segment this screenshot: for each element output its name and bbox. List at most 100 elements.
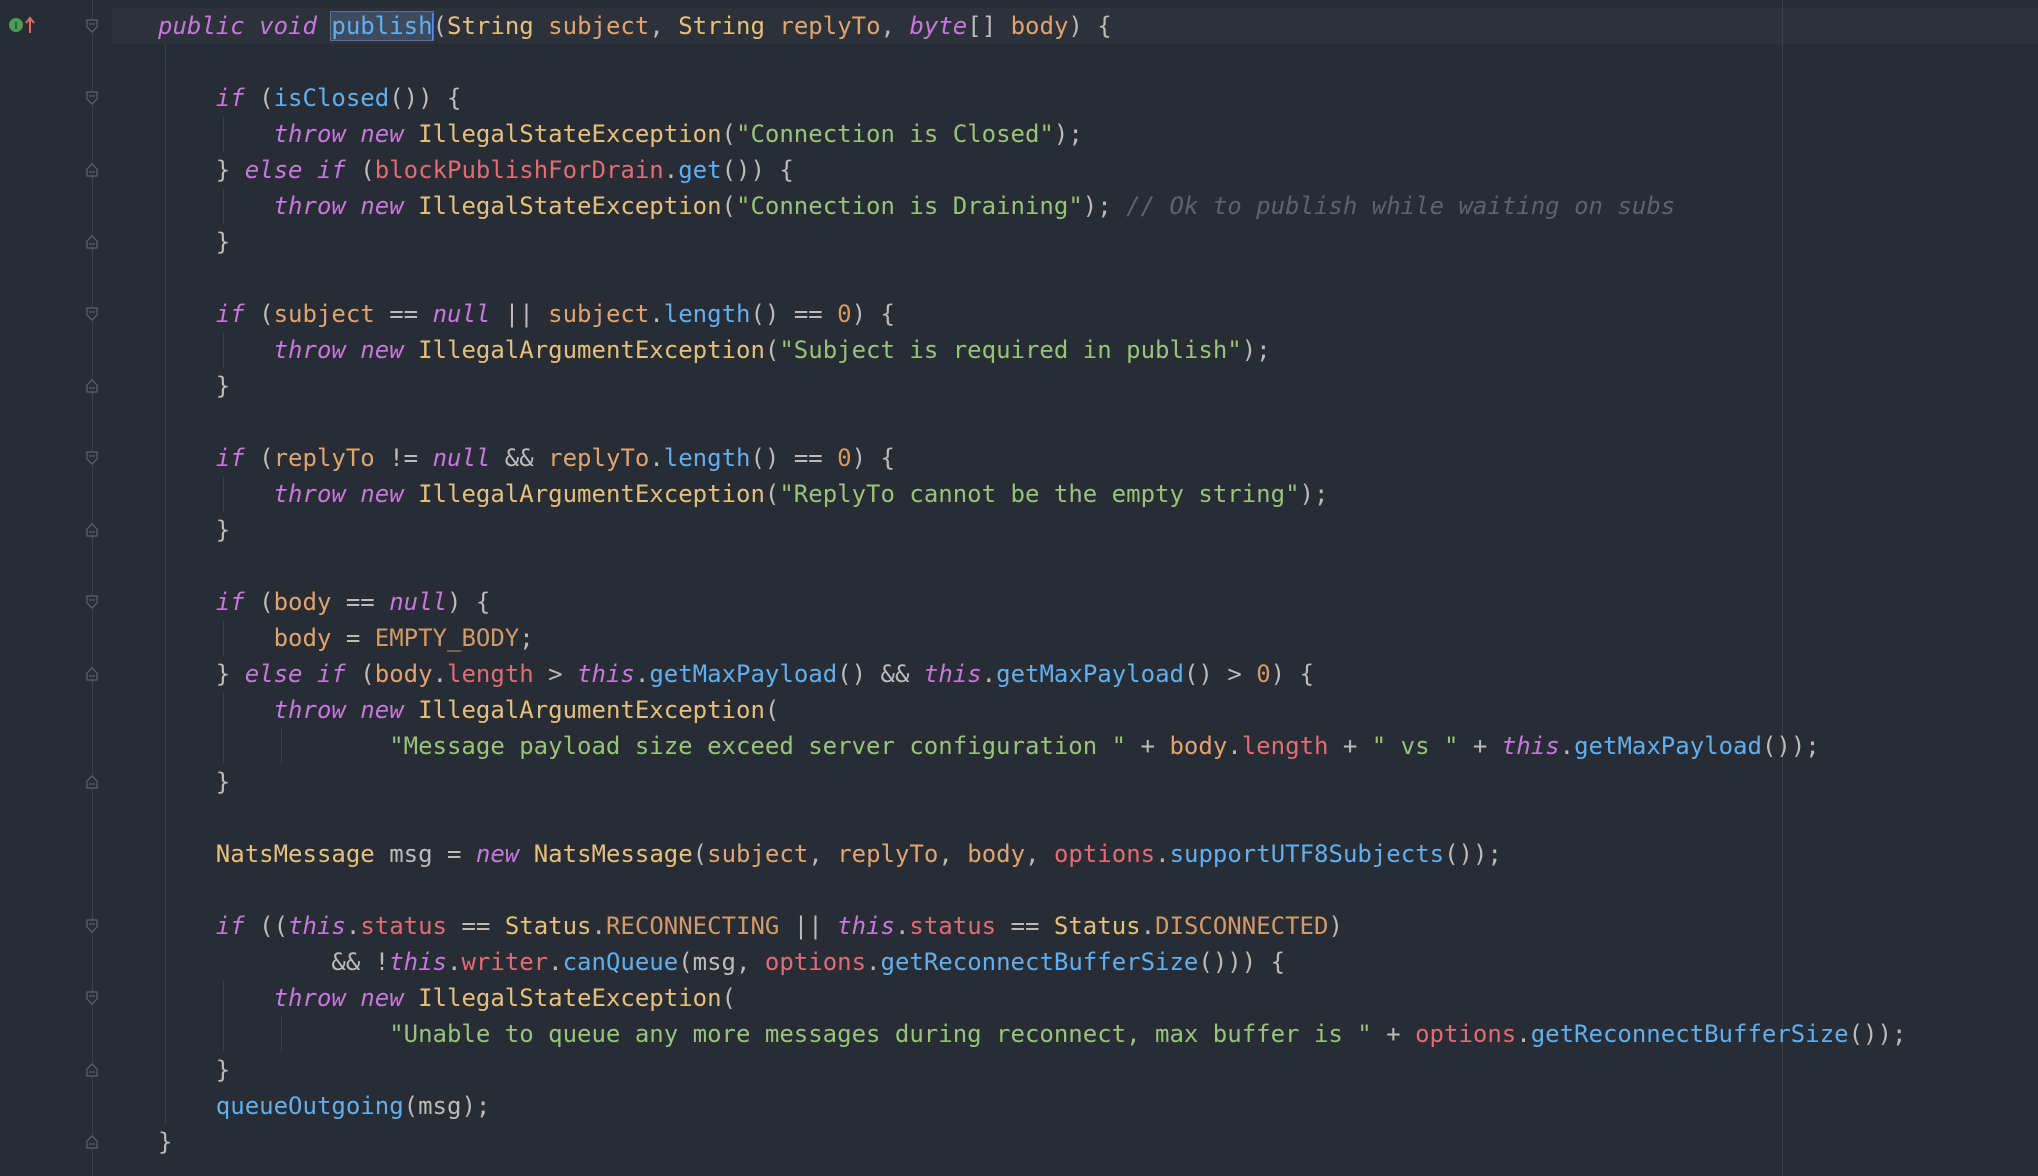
- override-method-icon[interactable]: I: [8, 13, 38, 33]
- parameter-token: replyTo: [779, 12, 881, 40]
- fold-toggle-icon[interactable]: [85, 163, 99, 177]
- keyword-token: if: [215, 588, 245, 616]
- keyword-token: null: [432, 300, 491, 328]
- keyword-token: throw: [273, 192, 346, 220]
- fold-toggle-icon[interactable]: [85, 19, 99, 33]
- constant-token: 0: [837, 444, 852, 472]
- code-line[interactable]: if (isClosed()) {: [158, 80, 1906, 116]
- code-line[interactable]: if (replyTo != null && replyTo.length() …: [158, 440, 1906, 476]
- code-line[interactable]: throw new IllegalStateException("Connect…: [158, 188, 1906, 224]
- code-line[interactable]: }: [158, 1052, 1906, 1088]
- plain-token: []: [967, 12, 1011, 40]
- fold-toggle-icon[interactable]: [85, 595, 99, 609]
- type-token: Status: [1053, 912, 1141, 940]
- keyword-token: throw: [273, 120, 346, 148]
- method-token: getMaxPayload: [996, 660, 1184, 688]
- code-line[interactable]: if ((this.status == Status.RECONNECTING …: [158, 908, 1906, 944]
- code-line[interactable]: throw new IllegalStateException("Connect…: [158, 116, 1906, 152]
- gutter[interactable]: I: [0, 0, 112, 1176]
- plain-token: +: [1328, 732, 1372, 760]
- plain-token: () ==: [750, 444, 838, 472]
- parameter-token: body: [1010, 12, 1069, 40]
- plain-token: .: [1516, 1020, 1531, 1048]
- keyword-token: throw: [273, 336, 346, 364]
- plain-token: msg =: [374, 840, 476, 868]
- fold-toggle-icon[interactable]: [85, 91, 99, 105]
- fold-toggle-icon[interactable]: [85, 667, 99, 681]
- keyword-token: if: [215, 912, 245, 940]
- code-line[interactable]: throw new IllegalArgumentException("Repl…: [158, 476, 1906, 512]
- fold-toggle-icon[interactable]: [85, 235, 99, 249]
- constant-token: RECONNECTING: [605, 912, 780, 940]
- fold-toggle-icon[interactable]: [85, 775, 99, 789]
- method-token: getMaxPayload: [649, 660, 838, 688]
- plain-token: }: [158, 660, 245, 688]
- code-line[interactable]: } else if (body.length > this.getMaxPayl…: [158, 656, 1906, 692]
- keyword-token: new: [360, 336, 404, 364]
- code-editor[interactable]: I public void publish(String subject, St…: [0, 0, 2038, 1176]
- field-token: writer: [461, 948, 549, 976]
- code-line[interactable]: "Unable to queue any more messages durin…: [158, 1016, 1906, 1052]
- plain-token: ;: [519, 624, 534, 652]
- fold-toggle-icon[interactable]: [85, 1135, 99, 1149]
- code-line[interactable]: } else if (blockPublishForDrain.get()) {: [158, 152, 1906, 188]
- plain-token: ,: [1025, 840, 1054, 868]
- plain-token: );: [1241, 336, 1271, 364]
- code-line[interactable]: public void publish(String subject, Stri…: [158, 8, 1906, 44]
- code-line[interactable]: throw new IllegalStateException(: [158, 980, 1906, 1016]
- code-line[interactable]: }: [158, 1124, 1906, 1160]
- plain-token: .: [634, 660, 650, 688]
- plain-token: .: [1227, 732, 1242, 760]
- code-line[interactable]: ​: [158, 548, 1906, 584]
- code-line[interactable]: && !this.writer.canQueue(msg, options.ge…: [158, 944, 1906, 980]
- fold-toggle-icon[interactable]: [85, 379, 99, 393]
- code-line[interactable]: }: [158, 224, 1906, 260]
- parameter-token: body: [374, 660, 433, 688]
- code-content[interactable]: public void publish(String subject, Stri…: [158, 8, 1906, 1160]
- code-line[interactable]: throw new IllegalArgumentException(: [158, 692, 1906, 728]
- plain-token: ,: [649, 12, 679, 40]
- code-line[interactable]: if (subject == null || subject.length() …: [158, 296, 1906, 332]
- code-line[interactable]: ​: [158, 44, 1906, 80]
- plain-token: &&: [490, 444, 549, 472]
- svg-text:I: I: [15, 21, 18, 32]
- code-line[interactable]: "Message payload size exceed server conf…: [158, 728, 1906, 764]
- fold-toggle-icon[interactable]: [85, 523, 99, 537]
- code-line[interactable]: ​: [158, 872, 1906, 908]
- fold-toggle-icon[interactable]: [85, 1063, 99, 1077]
- method-token: length: [663, 444, 751, 472]
- plain-token: () &&: [837, 660, 924, 688]
- fold-toggle-icon[interactable]: [85, 919, 99, 933]
- plain-token: (: [345, 156, 375, 184]
- code-line[interactable]: }: [158, 512, 1906, 548]
- keyword-token: null: [389, 588, 447, 616]
- type-token: Status: [504, 912, 592, 940]
- code-line[interactable]: NatsMessage msg = new NatsMessage(subjec…: [158, 836, 1906, 872]
- plain-token: );: [1299, 480, 1329, 508]
- keyword-token: this: [288, 912, 346, 940]
- code-line[interactable]: if (body == null) {: [158, 584, 1906, 620]
- fold-toggle-icon[interactable]: [85, 991, 99, 1005]
- type-token: IllegalStateException: [418, 192, 722, 220]
- keyword-token: this: [923, 660, 982, 688]
- fold-toggle-icon[interactable]: [85, 451, 99, 465]
- keyword-token: if: [215, 444, 245, 472]
- code-line[interactable]: ​: [158, 260, 1906, 296]
- code-line[interactable]: }: [158, 368, 1906, 404]
- fold-toggle-icon[interactable]: [85, 307, 99, 321]
- code-line[interactable]: throw new IllegalArgumentException("Subj…: [158, 332, 1906, 368]
- code-line[interactable]: body = EMPTY_BODY;: [158, 620, 1906, 656]
- code-line[interactable]: ​: [158, 800, 1906, 836]
- keyword-token: this: [577, 660, 635, 688]
- code-line[interactable]: }: [158, 764, 1906, 800]
- code-line[interactable]: ​: [158, 404, 1906, 440]
- code-line[interactable]: queueOutgoing(msg);: [158, 1088, 1906, 1124]
- plain-token: (: [345, 660, 375, 688]
